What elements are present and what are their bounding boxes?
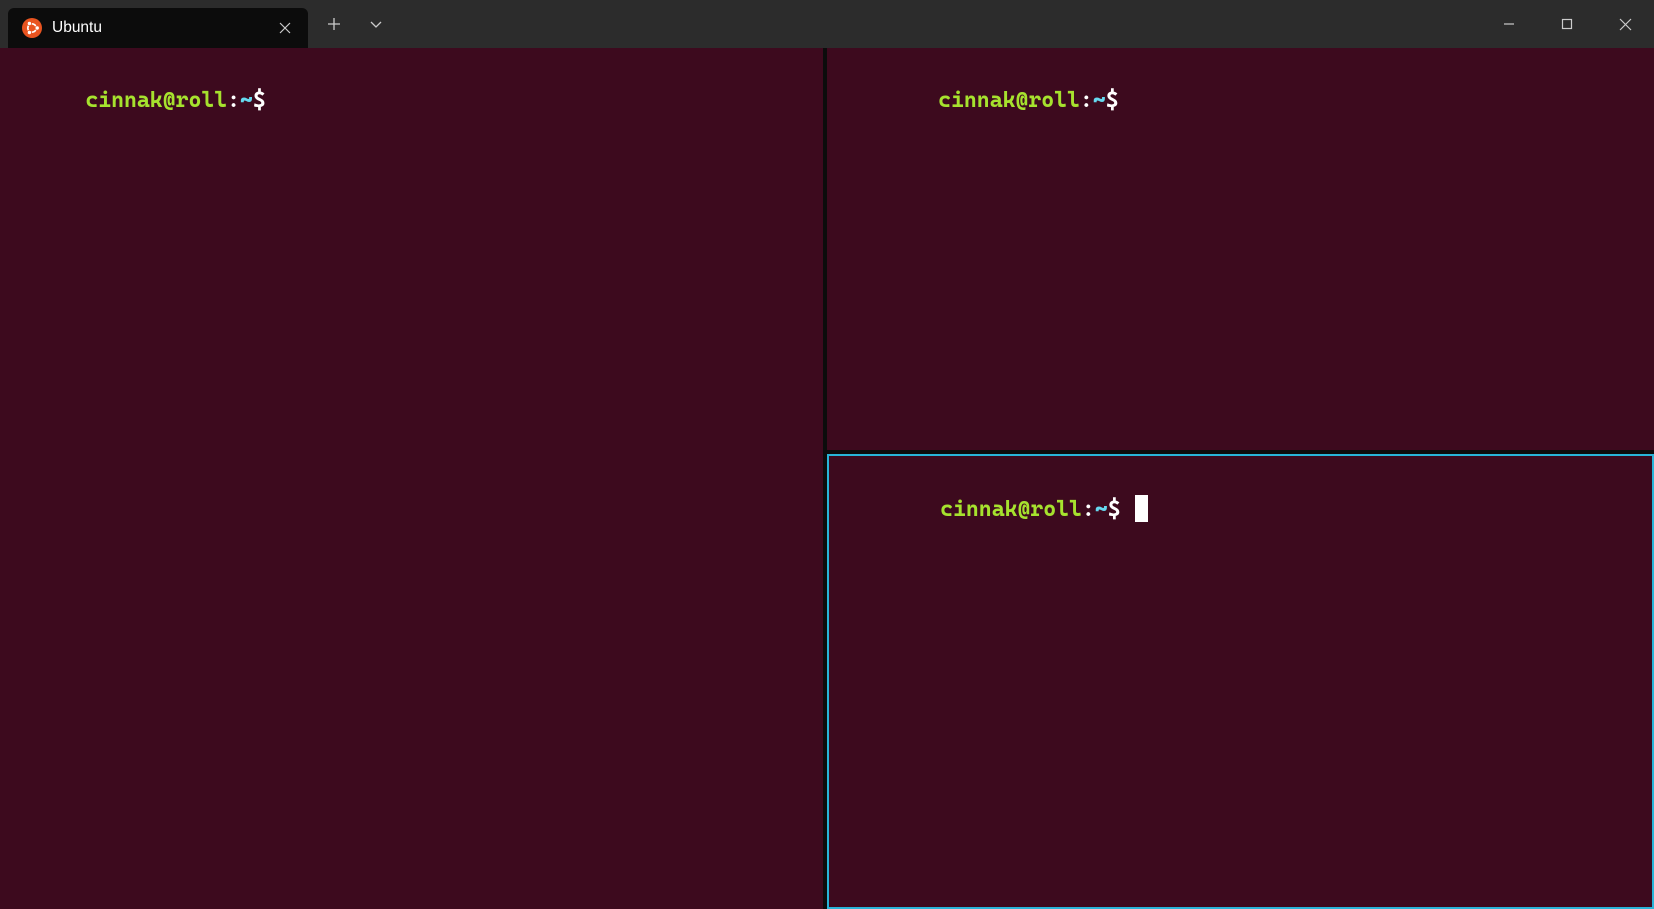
prompt-user-host: cinnak@roll — [938, 88, 1080, 113]
terminal-area: cinnak@roll:~$ cinnak@roll:~$ cinnak@rol… — [0, 48, 1654, 909]
prompt-space — [1119, 88, 1132, 113]
window-controls — [1480, 0, 1654, 48]
prompt-dollar: $ — [253, 88, 266, 113]
terminal-pane-right-group: cinnak@roll:~$ cinnak@roll:~$ — [827, 48, 1654, 909]
prompt-line: cinnak@roll:~$ — [837, 466, 1644, 553]
prompt-dollar: $ — [1106, 88, 1119, 113]
prompt-colon: : — [227, 88, 240, 113]
minimize-button[interactable] — [1480, 0, 1538, 48]
close-button[interactable] — [1596, 0, 1654, 48]
tab-dropdown-button[interactable] — [358, 6, 394, 42]
prompt-path: ~ — [1093, 88, 1106, 113]
prompt-colon: : — [1082, 497, 1095, 522]
tab-ubuntu[interactable]: Ubuntu — [8, 8, 308, 48]
maximize-button[interactable] — [1538, 0, 1596, 48]
prompt-line: cinnak@roll:~$ — [835, 58, 1646, 144]
ubuntu-icon — [22, 18, 42, 38]
cursor-block — [1135, 495, 1148, 522]
prompt-user-host: cinnak@roll — [85, 88, 227, 113]
prompt-space — [1121, 497, 1134, 522]
prompt-line: cinnak@roll:~$ — [8, 58, 815, 144]
prompt-user-host: cinnak@roll — [940, 497, 1082, 522]
prompt-dollar: $ — [1108, 497, 1121, 522]
prompt-colon: : — [1080, 88, 1093, 113]
prompt-path: ~ — [240, 88, 253, 113]
terminal-pane-bottom-right-active[interactable]: cinnak@roll:~$ — [827, 454, 1654, 909]
prompt-space — [266, 88, 279, 113]
new-tab-button[interactable] — [316, 6, 352, 42]
titlebar-left: Ubuntu — [0, 0, 394, 48]
prompt-path: ~ — [1095, 497, 1108, 522]
tab-close-button[interactable] — [276, 19, 294, 37]
tab-label: Ubuntu — [52, 19, 266, 37]
titlebar: Ubuntu — [0, 0, 1654, 48]
terminal-pane-left[interactable]: cinnak@roll:~$ — [0, 48, 827, 909]
terminal-pane-top-right[interactable]: cinnak@roll:~$ — [827, 48, 1654, 454]
